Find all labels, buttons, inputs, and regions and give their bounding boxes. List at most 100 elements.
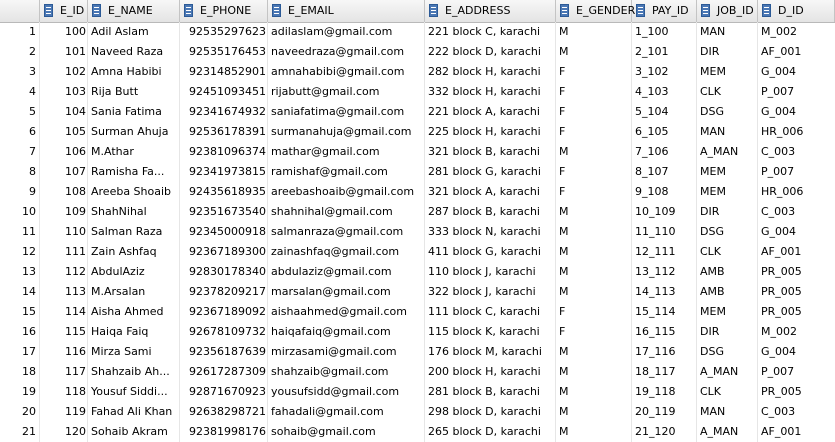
cell-job_id[interactable]: MEM: [697, 182, 758, 202]
cell-d_id[interactable]: PR_005: [758, 382, 835, 402]
cell-pay_id[interactable]: 17_116: [632, 342, 697, 362]
table-row[interactable]: 20 119 Fahad Ali Khan 92638298721 fahadali@g…: [0, 402, 835, 422]
cell-e_name[interactable]: Haiqa Faiq: [88, 322, 180, 342]
cell-e_phone[interactable]: 92638298721: [180, 402, 268, 422]
cell-e_gender[interactable]: F: [556, 122, 632, 142]
cell-e_phone[interactable]: 92367189300: [180, 242, 268, 262]
cell-e_phone[interactable]: 92830178340: [180, 262, 268, 282]
cell-d_id[interactable]: G_004: [758, 102, 835, 122]
table-row[interactable]: 10 109 ShahNihal 92351673540 shahnihal@gmail…: [0, 202, 835, 222]
cell-e_id[interactable]: 109: [40, 202, 88, 222]
cell-e_gender[interactable]: M: [556, 142, 632, 162]
cell-e_gender[interactable]: M: [556, 342, 632, 362]
cell-e_email[interactable]: salmanraza@gmail.com: [268, 222, 425, 242]
cell-job_id[interactable]: MEM: [697, 62, 758, 82]
cell-pay_id[interactable]: 2_101: [632, 42, 697, 62]
header-e_name[interactable]: E_NAME: [88, 0, 180, 22]
cell-pay_id[interactable]: 18_117: [632, 362, 697, 382]
cell-d_id[interactable]: AF_001: [758, 42, 835, 62]
cell-e_gender[interactable]: M: [556, 382, 632, 402]
cell-e_phone[interactable]: 92381096374: [180, 142, 268, 162]
cell-e_id[interactable]: 102: [40, 62, 88, 82]
table-row[interactable]: 5 104 Sania Fatima 92341674932 saniafatima@g…: [0, 102, 835, 122]
cell-pay_id[interactable]: 15_114: [632, 302, 697, 322]
cell-e_address[interactable]: 281 block G, karachi: [425, 162, 556, 182]
cell-e_email[interactable]: abdulaziz@gmail.com: [268, 262, 425, 282]
cell-e_email[interactable]: ramishaf@gmail.com: [268, 162, 425, 182]
cell-d_id[interactable]: P_007: [758, 362, 835, 382]
cell-job_id[interactable]: DIR: [697, 322, 758, 342]
cell-e_name[interactable]: M.Athar: [88, 142, 180, 162]
header-job_id[interactable]: JOB_ID: [697, 0, 758, 22]
cell-e_email[interactable]: mathar@gmail.com: [268, 142, 425, 162]
cell-d_id[interactable]: M_002: [758, 322, 835, 342]
cell-e_name[interactable]: Amna Habibi: [88, 62, 180, 82]
cell-e_email[interactable]: aishaahmed@gmail.com: [268, 302, 425, 322]
table-row[interactable]: 2 101 Naveed Raza 92535176453 naveedraza@gma…: [0, 42, 835, 62]
cell-d_id[interactable]: C_003: [758, 402, 835, 422]
cell-e_email[interactable]: areebashoaib@gmail.com: [268, 182, 425, 202]
cell-e_id[interactable]: 117: [40, 362, 88, 382]
cell-e_id[interactable]: 120: [40, 422, 88, 442]
cell-e_phone[interactable]: 92435618935: [180, 182, 268, 202]
cell-job_id[interactable]: DIR: [697, 42, 758, 62]
table-row[interactable]: 16 115 Haiqa Faiq 92678109732 haiqafaiq@gmai…: [0, 322, 835, 342]
cell-e_phone[interactable]: 92314852901: [180, 62, 268, 82]
cell-d_id[interactable]: PR_005: [758, 282, 835, 302]
cell-e_phone[interactable]: 92535297623: [180, 22, 268, 42]
cell-e_id[interactable]: 112: [40, 262, 88, 282]
cell-e_address[interactable]: 298 block D, karachi: [425, 402, 556, 422]
cell-pay_id[interactable]: 3_102: [632, 62, 697, 82]
cell-job_id[interactable]: MAN: [697, 122, 758, 142]
cell-e_address[interactable]: 287 block B, karachi: [425, 202, 556, 222]
cell-job_id[interactable]: A_MAN: [697, 142, 758, 162]
cell-d_id[interactable]: C_003: [758, 202, 835, 222]
cell-e_email[interactable]: marsalan@gmail.com: [268, 282, 425, 302]
cell-e_gender[interactable]: M: [556, 422, 632, 442]
table-row[interactable]: 19 118 Yousuf Siddi... 92871670923 yousufsid…: [0, 382, 835, 402]
cell-pay_id[interactable]: 19_118: [632, 382, 697, 402]
cell-e_name[interactable]: Surman Ahuja: [88, 122, 180, 142]
cell-d_id[interactable]: M_002: [758, 22, 835, 42]
table-row[interactable]: 18 117 Shahzaib Ah... 92617287309 shahzaib@g…: [0, 362, 835, 382]
cell-e_address[interactable]: 221 block C, karachi: [425, 22, 556, 42]
cell-pay_id[interactable]: 21_120: [632, 422, 697, 442]
cell-e_name[interactable]: ShahNihal: [88, 202, 180, 222]
cell-job_id[interactable]: CLK: [697, 382, 758, 402]
cell-e_phone[interactable]: 92356187639: [180, 342, 268, 362]
cell-e_name[interactable]: Fahad Ali Khan: [88, 402, 180, 422]
table-row[interactable]: 9 108 Areeba Shoaib 92435618935 areebashoaib…: [0, 182, 835, 202]
cell-e_address[interactable]: 222 block D, karachi: [425, 42, 556, 62]
cell-pay_id[interactable]: 12_111: [632, 242, 697, 262]
cell-e_email[interactable]: sohaib@gmail.com: [268, 422, 425, 442]
header-e_email[interactable]: E_EMAIL: [268, 0, 425, 22]
table-row[interactable]: 21 120 Sohaib Akram 92381998176 sohaib@gmail…: [0, 422, 835, 442]
cell-e_address[interactable]: 225 block H, karachi: [425, 122, 556, 142]
cell-e_address[interactable]: 111 block C, karachi: [425, 302, 556, 322]
cell-e_address[interactable]: 200 block H, karachi: [425, 362, 556, 382]
cell-pay_id[interactable]: 1_100: [632, 22, 697, 42]
cell-job_id[interactable]: MEM: [697, 162, 758, 182]
cell-pay_id[interactable]: 16_115: [632, 322, 697, 342]
cell-pay_id[interactable]: 11_110: [632, 222, 697, 242]
cell-pay_id[interactable]: 4_103: [632, 82, 697, 102]
cell-e_gender[interactable]: M: [556, 362, 632, 382]
cell-e_id[interactable]: 113: [40, 282, 88, 302]
cell-e_address[interactable]: 110 block J, karachi: [425, 262, 556, 282]
cell-e_name[interactable]: Shahzaib Ah...: [88, 362, 180, 382]
header-e_phone[interactable]: E_PHONE: [180, 0, 268, 22]
table-row[interactable]: 11 110 Salman Raza 92345000918 salmanraza@gm…: [0, 222, 835, 242]
table-row[interactable]: 6 105 Surman Ahuja 92536178391 surmanahuja@g…: [0, 122, 835, 142]
cell-pay_id[interactable]: 5_104: [632, 102, 697, 122]
cell-d_id[interactable]: P_007: [758, 162, 835, 182]
cell-e_gender[interactable]: M: [556, 262, 632, 282]
cell-job_id[interactable]: CLK: [697, 242, 758, 262]
cell-d_id[interactable]: P_007: [758, 82, 835, 102]
cell-e_address[interactable]: 221 block A, karachi: [425, 102, 556, 122]
cell-e_address[interactable]: 321 block B, karachi: [425, 142, 556, 162]
cell-job_id[interactable]: MEM: [697, 302, 758, 322]
cell-e_email[interactable]: yousufsidd@gmail.com: [268, 382, 425, 402]
cell-e_gender[interactable]: M: [556, 202, 632, 222]
cell-e_gender[interactable]: M: [556, 402, 632, 422]
cell-e_gender[interactable]: F: [556, 162, 632, 182]
